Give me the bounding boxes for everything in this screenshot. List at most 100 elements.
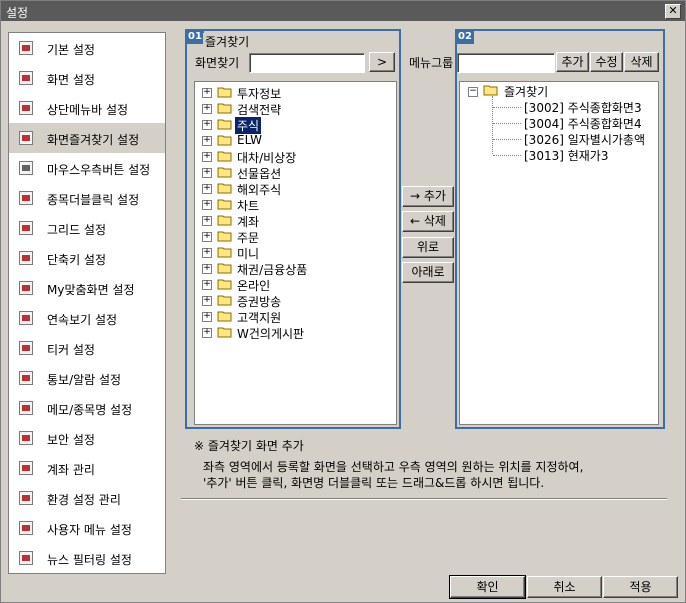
tree-node-label[interactable]: 고객지원 [237,309,281,326]
expand-toggle[interactable]: + [202,232,212,242]
menu-group-edit-button[interactable]: 수정 [590,52,623,72]
gear-icon [19,491,33,505]
tree-node-label[interactable]: 투자정보 [237,85,281,102]
sidebar-item[interactable]: 보안 설정 [9,423,165,453]
folder-icon [217,327,232,338]
favorites-tree[interactable]: − 즐겨찾기 [3002] 주식종합화면3 [3004] 주식종합화면4 [3026… [459,81,659,425]
tree-node-label[interactable]: 해외주식 [237,181,281,198]
sidebar-item[interactable]: 통보/알람 설정 [9,363,165,393]
sidebar-item-label: 환경 설정 관리 [47,493,121,507]
expand-toggle[interactable]: + [202,280,212,290]
star-icon [19,131,33,145]
sidebar-item[interactable]: 단축키 설정 [9,243,165,273]
sidebar-item[interactable]: 뉴스 필터링 설정 [9,543,165,573]
menu-group-delete-button[interactable]: 삭제 [624,52,659,72]
sidebar-item[interactable]: 메모/종목명 설정 [9,393,165,423]
sidebar-item[interactable]: 계좌 관리 [9,453,165,483]
sidebar-item[interactable]: 그리드 설정 [9,213,165,243]
folder-icon [217,151,232,162]
expand-toggle[interactable]: + [202,248,212,258]
title-bar[interactable]: 설정 ✕ [1,1,685,21]
expand-toggle[interactable]: + [202,152,212,162]
move-down-button[interactable]: 아래로 [402,262,454,283]
ok-button[interactable]: 확인 [449,575,526,599]
tree-node-label[interactable]: 선물옵션 [237,165,281,182]
account-icon [19,461,33,475]
settings-window: 설정 ✕ 기본 설정화면 설정상단메뉴바 설정화면즐겨찾기 설정마우스우측버튼 … [0,0,686,603]
sidebar-item[interactable]: 연속보기 설정 [9,303,165,333]
favorite-screen-item[interactable]: [3026] 일자별시가총액 [524,131,645,148]
screen-search-input[interactable] [249,53,365,73]
sidebar-item-label: 단축키 설정 [47,253,107,267]
sidebar-item[interactable]: 환경 설정 관리 [9,483,165,513]
sidebar-item-label: 화면즐겨찾기 설정 [47,133,140,147]
expand-toggle[interactable]: + [202,120,212,130]
tree-node-label[interactable]: 증권방송 [237,293,281,310]
expand-toggle[interactable]: + [202,184,212,194]
expand-toggle[interactable]: + [202,312,212,322]
favorites-root-label[interactable]: 즐겨찾기 [504,83,548,100]
sidebar-item[interactable]: 사용자 메뉴 설정 [9,513,165,543]
sidebar-item[interactable]: 화면 설정 [9,63,165,93]
folder-icon [217,295,232,306]
close-button[interactable]: ✕ [665,4,681,19]
expand-toggle[interactable]: + [202,168,212,178]
tree-node-label[interactable]: 온라인 [237,277,270,294]
move-up-button[interactable]: 위로 [402,237,454,258]
news-filter-icon [19,551,33,565]
tree-node-label[interactable]: ELW [237,133,262,147]
sidebar-item[interactable]: My맞춤화면 설정 [9,273,165,303]
tree-node-label[interactable]: 채권/금융상품 [237,261,307,278]
expand-toggle[interactable]: + [202,200,212,210]
expand-toggle[interactable]: + [202,328,212,338]
tree-node-label[interactable]: 계좌 [237,213,259,230]
footer-divider [181,498,667,500]
settings-category-list: 기본 설정화면 설정상단메뉴바 설정화면즐겨찾기 설정마우스우측버튼 설정 종목더… [8,32,166,574]
menu-group-input[interactable] [457,53,555,73]
ticker-icon [19,341,33,355]
sidebar-item[interactable]: 종목더블클릭 설정 [9,183,165,213]
remove-from-favorites-button[interactable]: ← 삭제 [402,211,454,232]
add-to-favorites-button[interactable]: → 추가 [402,186,454,207]
favorite-screen-item[interactable]: [3002] 주식종합화면3 [524,99,642,116]
sidebar-item[interactable]: 화면즐겨찾기 설정 [9,123,165,153]
sidebar-item[interactable]: 마우스우측버튼 설정 [9,153,165,183]
expand-toggle[interactable]: + [202,104,212,114]
sidebar-item-label: My맞춤화면 설정 [47,283,135,297]
folder-icon [217,87,232,98]
tree-node-label[interactable]: 검색전략 [237,101,281,118]
expand-toggle[interactable]: + [202,264,212,274]
sidebar-item-label: 보안 설정 [47,433,95,447]
sidebar-item[interactable]: 상단메뉴바 설정 [9,93,165,123]
panel-badge-01: 01 [186,30,204,44]
my-screen-icon [19,281,33,295]
collapse-toggle[interactable]: − [468,87,478,97]
cancel-button[interactable]: 취소 [527,576,602,598]
tree-node-label[interactable]: 주식 [233,116,263,135]
folder-icon [217,247,232,258]
sidebar-item-label: 상단메뉴바 설정 [47,103,129,117]
tree-node-label[interactable]: W건의게시판 [237,325,304,342]
expand-toggle[interactable]: + [202,136,212,146]
sidebar-item-label: 기본 설정 [47,43,95,57]
screen-menu-tree[interactable]: + 투자정보 + 검색전략 + 주식 + ELW + 대차/비상장 + 선물옵션 + 해외주식 + 차트 + 계좌… [194,81,397,425]
tree-node-label[interactable]: 주문 [237,229,259,246]
screen-search-button[interactable]: > [369,52,395,72]
sidebar-item[interactable]: 티커 설정 [9,333,165,363]
favorite-screen-item[interactable]: [3013] 현재가3 [524,147,608,164]
tree-node-label[interactable]: 미니 [237,245,259,262]
sidebar-item-label: 티커 설정 [47,343,95,357]
tree-node-label[interactable]: 차트 [237,197,259,214]
favorite-screen-item[interactable]: [3004] 주식종합화면4 [524,115,642,132]
sidebar-item-label: 메모/종목명 설정 [47,403,133,417]
expand-toggle[interactable]: + [202,216,212,226]
apply-button[interactable]: 적용 [603,576,678,598]
expand-toggle[interactable]: + [202,88,212,98]
sidebar-item-label: 계좌 관리 [47,463,95,477]
help-line-2: '추가' 버튼 클릭, 화면명 더블클릭 또는 드래그&드롭 하시면 됩니다. [203,476,545,490]
tree-node-label[interactable]: 대차/비상장 [237,149,296,166]
screen-search-label: 화면찾기 [195,56,240,70]
expand-toggle[interactable]: + [202,296,212,306]
menu-group-add-button[interactable]: 추가 [556,52,589,72]
sidebar-item[interactable]: 기본 설정 [9,33,165,63]
